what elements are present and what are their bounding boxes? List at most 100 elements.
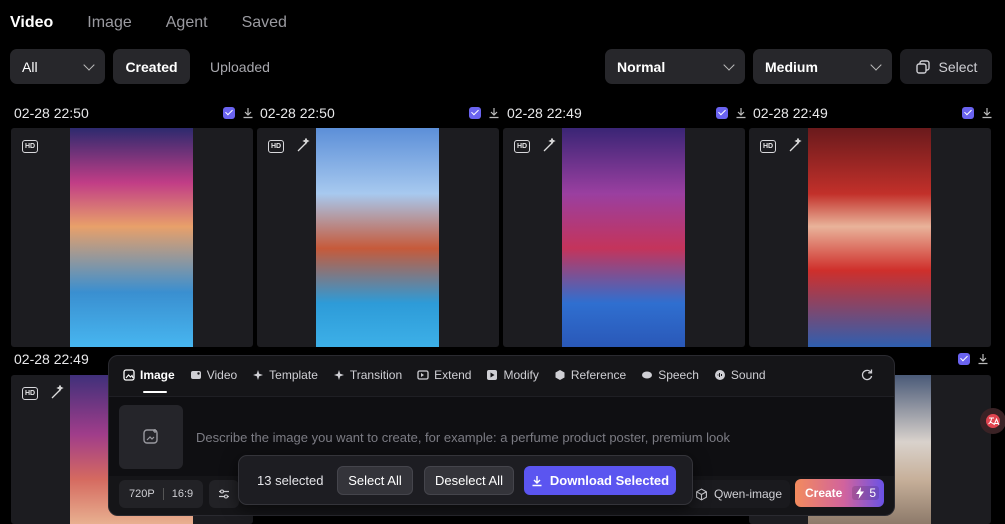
size-dropdown-label: Medium: [765, 58, 818, 75]
card-timestamp: 02-28 22:49: [507, 105, 582, 121]
video-thumbnail: [316, 128, 439, 347]
translate-icon: [986, 414, 1000, 428]
card-checkbox[interactable]: [716, 107, 728, 119]
card-header: [958, 348, 993, 370]
download-icon[interactable]: [488, 107, 500, 119]
download-icon[interactable]: [981, 107, 993, 119]
credit-cost: 5: [852, 486, 880, 500]
composer-tab-image[interactable]: Image: [123, 368, 175, 382]
composer-tab-video[interactable]: Video: [190, 368, 237, 382]
download-icon[interactable]: [977, 353, 989, 365]
download-icon: [532, 475, 542, 486]
video-thumbnail: [808, 128, 931, 347]
tab-image[interactable]: Image: [87, 14, 131, 32]
modify-icon: [487, 370, 498, 380]
ratio-label: 16:9: [171, 488, 194, 500]
composer-tab-speech[interactable]: Speech: [641, 368, 699, 382]
create-label: Create: [805, 486, 843, 500]
video-thumbnail: [70, 128, 193, 347]
media-card[interactable]: HD: [257, 128, 499, 347]
copy-icon: [915, 59, 930, 74]
all-dropdown[interactable]: All: [10, 49, 105, 84]
translate-fab[interactable]: [980, 408, 1005, 434]
composer-tab-modify[interactable]: Modify: [486, 368, 539, 382]
prompt-input[interactable]: Describe the image you want to create, f…: [196, 430, 730, 445]
magic-wand-icon[interactable]: [787, 138, 803, 154]
cube-icon: [696, 487, 707, 501]
resolution-label: 720P: [129, 488, 155, 500]
composer-tab-transition[interactable]: Transition: [333, 368, 402, 382]
composer-tab-sound[interactable]: Sound: [714, 368, 766, 382]
speech-icon: [642, 371, 653, 379]
hd-badge: HD: [22, 140, 38, 153]
video-thumbnail: [562, 128, 685, 347]
select-button-label: Select: [938, 58, 978, 75]
all-dropdown-label: All: [22, 58, 38, 75]
divider: [162, 488, 164, 500]
size-dropdown[interactable]: Medium: [753, 49, 892, 84]
composer-tab-label: Extend: [434, 368, 472, 382]
composer-tab-label: Modify: [503, 368, 539, 382]
composer-tab-template[interactable]: Template: [252, 368, 318, 382]
magic-wand-icon[interactable]: [295, 138, 311, 154]
active-tab-indicator: [143, 391, 167, 393]
extend-icon: [417, 370, 429, 380]
image-icon: [123, 369, 135, 381]
chevron-down-icon: [723, 58, 735, 71]
card-checkbox[interactable]: [958, 353, 970, 365]
composer-tab-extend[interactable]: Extend: [417, 368, 471, 382]
select-all-button[interactable]: Select All: [337, 466, 413, 495]
magic-wand-icon[interactable]: [49, 385, 65, 401]
download-selected-button[interactable]: Download Selected: [524, 466, 676, 495]
download-icon[interactable]: [242, 107, 254, 119]
sliders-icon: [219, 489, 229, 499]
card-checkbox[interactable]: [469, 107, 481, 119]
composer-tab-reference[interactable]: Reference: [554, 368, 626, 382]
uploaded-filter-button[interactable]: Uploaded: [196, 49, 284, 84]
lightning-icon: [856, 487, 865, 499]
media-card[interactable]: HD: [749, 128, 991, 347]
composer-tab-label: Template: [269, 368, 318, 382]
hd-badge: HD: [760, 140, 776, 153]
created-filter-button[interactable]: Created: [113, 49, 190, 84]
model-selector[interactable]: Qwen-image: [687, 480, 791, 508]
composer-tab-label: Image: [140, 368, 175, 382]
deselect-all-button[interactable]: Deselect All: [424, 466, 514, 495]
card-checkbox[interactable]: [962, 107, 974, 119]
transition-icon: [333, 370, 344, 380]
resolution-ratio-chip[interactable]: 720P 16:9: [119, 480, 204, 508]
add-image-icon: [143, 429, 158, 444]
settings-chip[interactable]: [209, 480, 239, 508]
card-header: 02-28 22:50: [260, 102, 500, 124]
card-checkbox[interactable]: [223, 107, 235, 119]
card-header: 02-28 22:49: [753, 102, 993, 124]
quality-dropdown[interactable]: Normal: [605, 49, 745, 84]
card-timestamp: 02-28 22:49: [753, 105, 828, 121]
video-icon: [190, 371, 201, 379]
download-icon[interactable]: [735, 107, 747, 119]
sparkle-icon: [253, 370, 264, 380]
composer-tab-label: Reference: [570, 368, 627, 382]
card-timestamp: 02-28 22:50: [260, 105, 335, 121]
hd-badge: HD: [268, 140, 284, 153]
composer-tab-label: Speech: [658, 368, 699, 382]
create-button[interactable]: Create 5: [795, 479, 884, 507]
tab-agent[interactable]: Agent: [166, 14, 208, 32]
composer-tab-label: Video: [206, 368, 238, 382]
magic-wand-icon[interactable]: [541, 138, 557, 154]
top-tabs: Video Image Agent Saved: [10, 14, 321, 32]
selection-toolbar: 13 selected Select All Deselect All Down…: [238, 455, 693, 505]
cube-icon: [555, 370, 565, 380]
media-card[interactable]: HD: [11, 128, 253, 347]
hd-badge: HD: [514, 140, 530, 153]
tab-video[interactable]: Video: [10, 14, 53, 32]
composer-tab-label: Sound: [730, 368, 766, 382]
refresh-icon[interactable]: [860, 368, 874, 382]
composer-tabs: Image Video Template Transition Extend M…: [123, 368, 781, 382]
download-selected-label: Download Selected: [549, 473, 670, 488]
media-card[interactable]: HD: [503, 128, 745, 347]
tab-saved[interactable]: Saved: [242, 14, 287, 32]
select-button[interactable]: Select: [900, 49, 992, 84]
image-upload-button[interactable]: [119, 405, 183, 469]
selected-count: 13 selected: [257, 473, 324, 488]
